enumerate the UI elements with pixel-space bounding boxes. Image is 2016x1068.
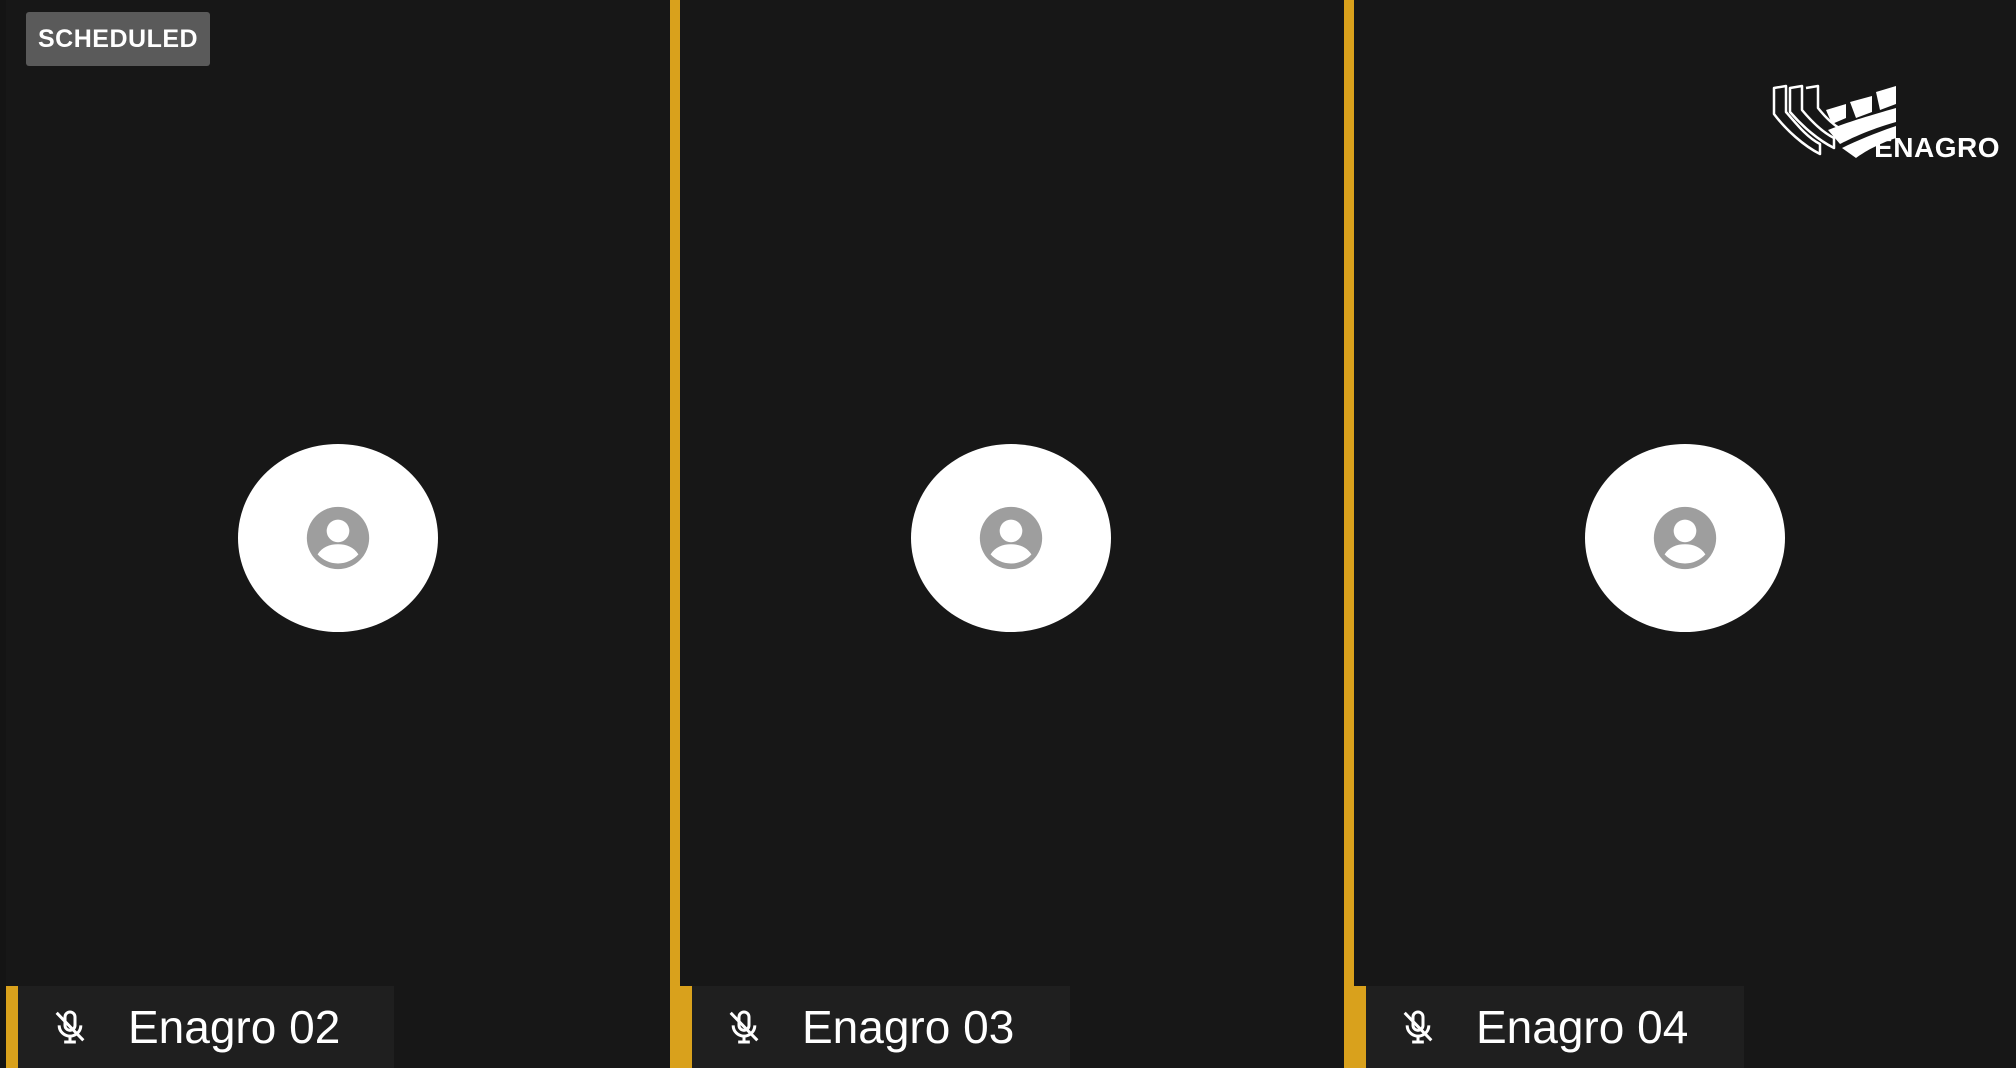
nameplate-accent [1354, 986, 1366, 1068]
enagro-logo-icon: ENAGRO [1768, 82, 2000, 170]
participant-name: Enagro 03 [802, 1001, 1015, 1053]
tile-divider [670, 0, 680, 1068]
logo-text: ENAGRO [1874, 132, 2000, 163]
avatar [238, 444, 438, 632]
participant-name: Enagro 02 [128, 1001, 341, 1053]
participant-tile-2[interactable]: Enagro 03 [680, 0, 1344, 1068]
video-grid: SCHEDULED Enagro 02 Enagro 03 ENAGRO Ena… [0, 0, 2016, 1068]
avatar [911, 444, 1111, 632]
status-badge: SCHEDULED [26, 12, 211, 66]
nameplate-accent [680, 986, 692, 1068]
participant-nameplate: Enagro 03 [680, 986, 1070, 1068]
person-placeholder-icon [306, 506, 370, 570]
tile-divider [1344, 0, 1354, 1068]
nameplate-accent [6, 986, 18, 1068]
mic-off-icon[interactable] [720, 1003, 768, 1051]
avatar [1585, 444, 1785, 632]
participant-nameplate: Enagro 02 [6, 986, 394, 1068]
mic-off-icon[interactable] [1394, 1003, 1442, 1051]
participant-nameplate: Enagro 04 [1354, 986, 1744, 1068]
participant-tile-3[interactable]: ENAGRO Enagro 04 [1354, 0, 2016, 1068]
participant-name: Enagro 04 [1476, 1001, 1689, 1053]
person-placeholder-icon [979, 506, 1043, 570]
participant-tile-1[interactable]: SCHEDULED Enagro 02 [6, 0, 670, 1068]
mic-off-icon[interactable] [46, 1003, 94, 1051]
person-placeholder-icon [1653, 506, 1717, 570]
